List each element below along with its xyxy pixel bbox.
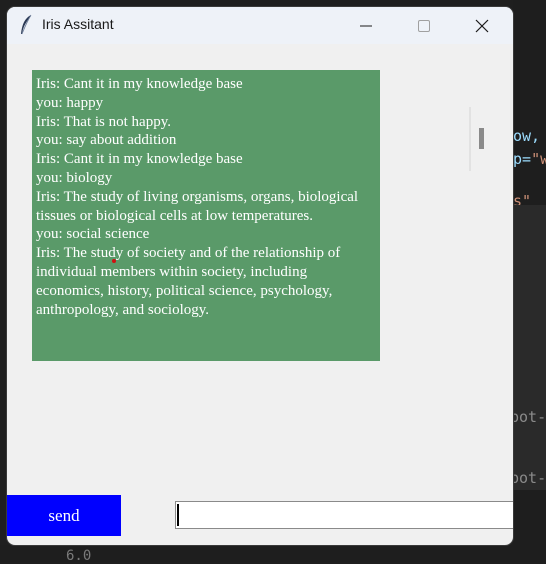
send-button[interactable]: send (7, 495, 121, 536)
close-icon (475, 19, 489, 32)
minimize-button[interactable] (343, 7, 389, 44)
minimize-icon (360, 25, 372, 26)
background-code-line: s" (513, 192, 532, 205)
background-editor-panel (513, 205, 546, 490)
chat-line: Iris: The study of society and of the re… (36, 245, 341, 318)
scrollbar-track[interactable] (469, 107, 471, 171)
chat-line: Iris: Cant it in my knowledge base (36, 76, 243, 92)
background-code-line: ow, (513, 127, 541, 145)
maximize-icon (418, 19, 430, 32)
text-caret (177, 504, 179, 526)
chat-line: Iris: That is not happy. (36, 113, 171, 130)
chat-line: you: biology (36, 169, 113, 186)
feather-icon (19, 14, 33, 36)
message-input[interactable] (175, 501, 513, 529)
chat-line: you: happy (36, 94, 104, 111)
mouse-pointer-dot (112, 259, 116, 263)
close-button[interactable] (459, 7, 505, 44)
background-code-line: p="w (513, 150, 546, 168)
window-title: Iris Assitant (42, 16, 114, 32)
title-bar[interactable]: Iris Assitant (7, 7, 513, 44)
chat-line: you: say about addition (36, 132, 177, 149)
background-code-line: bot- (510, 408, 546, 426)
chat-log[interactable]: Iris: Cant it in my knowledge base you: … (32, 70, 380, 361)
app-window: Iris Assitant Iris: Cant it in my knowle… (7, 7, 513, 545)
scrollbar-thumb[interactable] (479, 128, 484, 149)
maximize-button[interactable] (401, 7, 447, 44)
chat-line: Iris: The study of living organisms, org… (36, 188, 359, 224)
background-code-line: bot- (510, 469, 546, 487)
chat-line: Iris: Cant it in my knowledge base (36, 151, 243, 168)
chat-line: you: social science (36, 226, 150, 243)
